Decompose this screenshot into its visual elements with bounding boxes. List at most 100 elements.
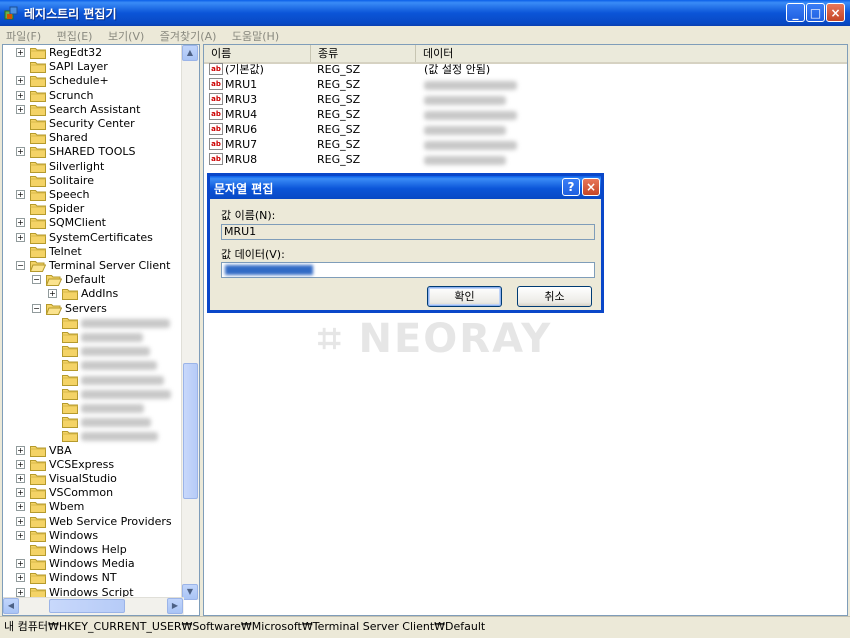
- expand-icon[interactable]: +: [16, 190, 25, 199]
- value-data-input[interactable]: [221, 262, 595, 278]
- redacted-value-data: [424, 81, 517, 90]
- string-value-icon: ab: [209, 78, 223, 90]
- folder-icon: [62, 359, 78, 372]
- value-row[interactable]: ab MRU4 REG_SZ: [204, 107, 847, 122]
- menu-favorites[interactable]: 즐겨찾기(A): [154, 26, 223, 44]
- tree-item-label: VisualStudio: [49, 472, 117, 485]
- scroll-down-icon[interactable]: ▼: [182, 584, 198, 600]
- tree-hscroll-thumb[interactable]: [49, 599, 125, 613]
- string-value-icon: ab: [209, 63, 223, 75]
- expand-icon[interactable]: +: [16, 573, 25, 583]
- redacted-value-data: [424, 126, 506, 135]
- column-type[interactable]: 종류: [311, 45, 416, 62]
- expand-icon[interactable]: +: [16, 76, 25, 86]
- string-value-icon: ab: [209, 153, 223, 165]
- tree-item-label: SAPI Layer: [49, 60, 108, 74]
- value-row[interactable]: ab MRU6 REG_SZ: [204, 122, 847, 137]
- column-name[interactable]: 이름: [204, 45, 311, 62]
- expand-icon[interactable]: +: [16, 516, 25, 526]
- expand-icon[interactable]: +: [16, 459, 25, 469]
- folder-icon: [62, 388, 78, 400]
- value-name: MRU7: [225, 138, 258, 151]
- collapse-icon[interactable]: −: [32, 275, 41, 285]
- registry-editor-icon: [4, 5, 20, 21]
- expand-icon[interactable]: +: [16, 445, 25, 455]
- value-row[interactable]: ab MRU7 REG_SZ: [204, 137, 847, 152]
- string-value-icon: ab: [209, 138, 223, 150]
- tree-item-label: AddIns: [81, 287, 119, 301]
- tree-item-label: Windows NT: [49, 571, 117, 585]
- collapse-icon[interactable]: −: [16, 261, 25, 270]
- tree-item-label: Windows Help: [49, 543, 127, 556]
- value-type: REG_SZ: [317, 138, 361, 151]
- tree-item-label: Windows Media: [49, 557, 135, 571]
- expand-icon[interactable]: +: [16, 147, 25, 157]
- expand-icon[interactable]: +: [16, 587, 25, 597]
- watermark-logo-icon: ⌗: [318, 316, 343, 362]
- folder-icon: [30, 445, 46, 457]
- redacted-server-name: [81, 361, 157, 371]
- expand-icon[interactable]: +: [16, 530, 25, 540]
- tree-item-label: VBA: [49, 443, 72, 457]
- folder-icon: [62, 317, 78, 329]
- menu-view[interactable]: 보기(V): [102, 26, 150, 44]
- expand-icon[interactable]: +: [16, 218, 25, 228]
- cancel-button[interactable]: 취소: [517, 286, 592, 307]
- folder-icon: [30, 118, 46, 130]
- expand-icon[interactable]: +: [16, 474, 25, 483]
- tree-item-label: VCSExpress: [49, 457, 115, 471]
- tree-item-label: Default: [65, 273, 106, 287]
- tree-horizontal-scrollbar[interactable]: ◀ ▶: [3, 597, 184, 615]
- tree-item-label: Wbem: [49, 500, 85, 514]
- open-folder-icon: [46, 303, 62, 315]
- scroll-left-icon[interactable]: ◀: [3, 598, 19, 614]
- folder-icon: [30, 189, 46, 201]
- value-row[interactable]: ab MRU1 REG_SZ: [204, 77, 847, 92]
- value-row[interactable]: ab MRU3 REG_SZ: [204, 92, 847, 107]
- scroll-right-icon[interactable]: ▶: [167, 598, 183, 614]
- expand-icon[interactable]: +: [16, 232, 25, 242]
- edit-string-dialog: 문자열 편집 ? × 값 이름(N): MRU1 값 데이터(V): 확인 취소: [207, 173, 604, 313]
- dialog-title-bar: 문자열 편집 ? ×: [210, 176, 601, 199]
- folder-icon: [30, 473, 46, 485]
- folder-icon: [30, 175, 46, 187]
- dialog-help-button[interactable]: ?: [562, 178, 580, 196]
- close-button[interactable]: ×: [826, 3, 845, 22]
- menu-edit[interactable]: 편집(E): [51, 26, 99, 44]
- expand-icon[interactable]: +: [16, 559, 25, 569]
- column-data[interactable]: 데이터: [416, 45, 847, 62]
- expand-icon[interactable]: +: [48, 289, 57, 299]
- open-folder-icon: [46, 274, 62, 287]
- string-value-icon: ab: [209, 93, 223, 105]
- dialog-close-button[interactable]: ×: [582, 178, 600, 196]
- value-row[interactable]: ab (기본값) REG_SZ (값 설정 안됨): [204, 62, 847, 77]
- tree-item-label: Shared: [49, 131, 88, 145]
- value-row[interactable]: ab MRU8 REG_SZ: [204, 152, 847, 167]
- tree-item-label: Search Assistant: [49, 102, 141, 116]
- maximize-button[interactable]: □: [806, 3, 825, 22]
- registry-tree[interactable]: + RegEdt32 SAPI Layer + Schedule+ + Scrunch + Se…: [2, 44, 200, 616]
- folder-icon: [30, 544, 46, 556]
- folder-icon: [62, 374, 78, 386]
- collapse-icon[interactable]: −: [32, 303, 41, 313]
- redacted-server-name: [81, 389, 171, 399]
- expand-icon[interactable]: +: [16, 90, 25, 100]
- expand-icon[interactable]: +: [16, 48, 25, 57]
- value-name: MRU8: [225, 153, 258, 166]
- menu-file[interactable]: 파일(F): [0, 26, 47, 44]
- value-type: REG_SZ: [317, 93, 361, 106]
- tree-scroll-thumb[interactable]: [183, 363, 198, 499]
- expand-icon[interactable]: +: [16, 488, 25, 498]
- scroll-up-icon[interactable]: ▲: [182, 45, 198, 61]
- folder-icon: [62, 416, 78, 429]
- value-data: (값 설정 안됨): [424, 63, 491, 76]
- minimize-button[interactable]: _: [786, 3, 805, 22]
- tree-item-label: VSCommon: [49, 486, 114, 500]
- redacted-server-name: [81, 418, 151, 428]
- tree-vertical-scrollbar[interactable]: ▲ ▼: [181, 45, 199, 600]
- ok-button[interactable]: 확인: [427, 286, 502, 307]
- redacted-server-name: [81, 404, 144, 413]
- menu-help[interactable]: 도움말(H): [226, 26, 285, 44]
- expand-icon[interactable]: +: [16, 502, 25, 512]
- expand-icon[interactable]: +: [16, 104, 25, 114]
